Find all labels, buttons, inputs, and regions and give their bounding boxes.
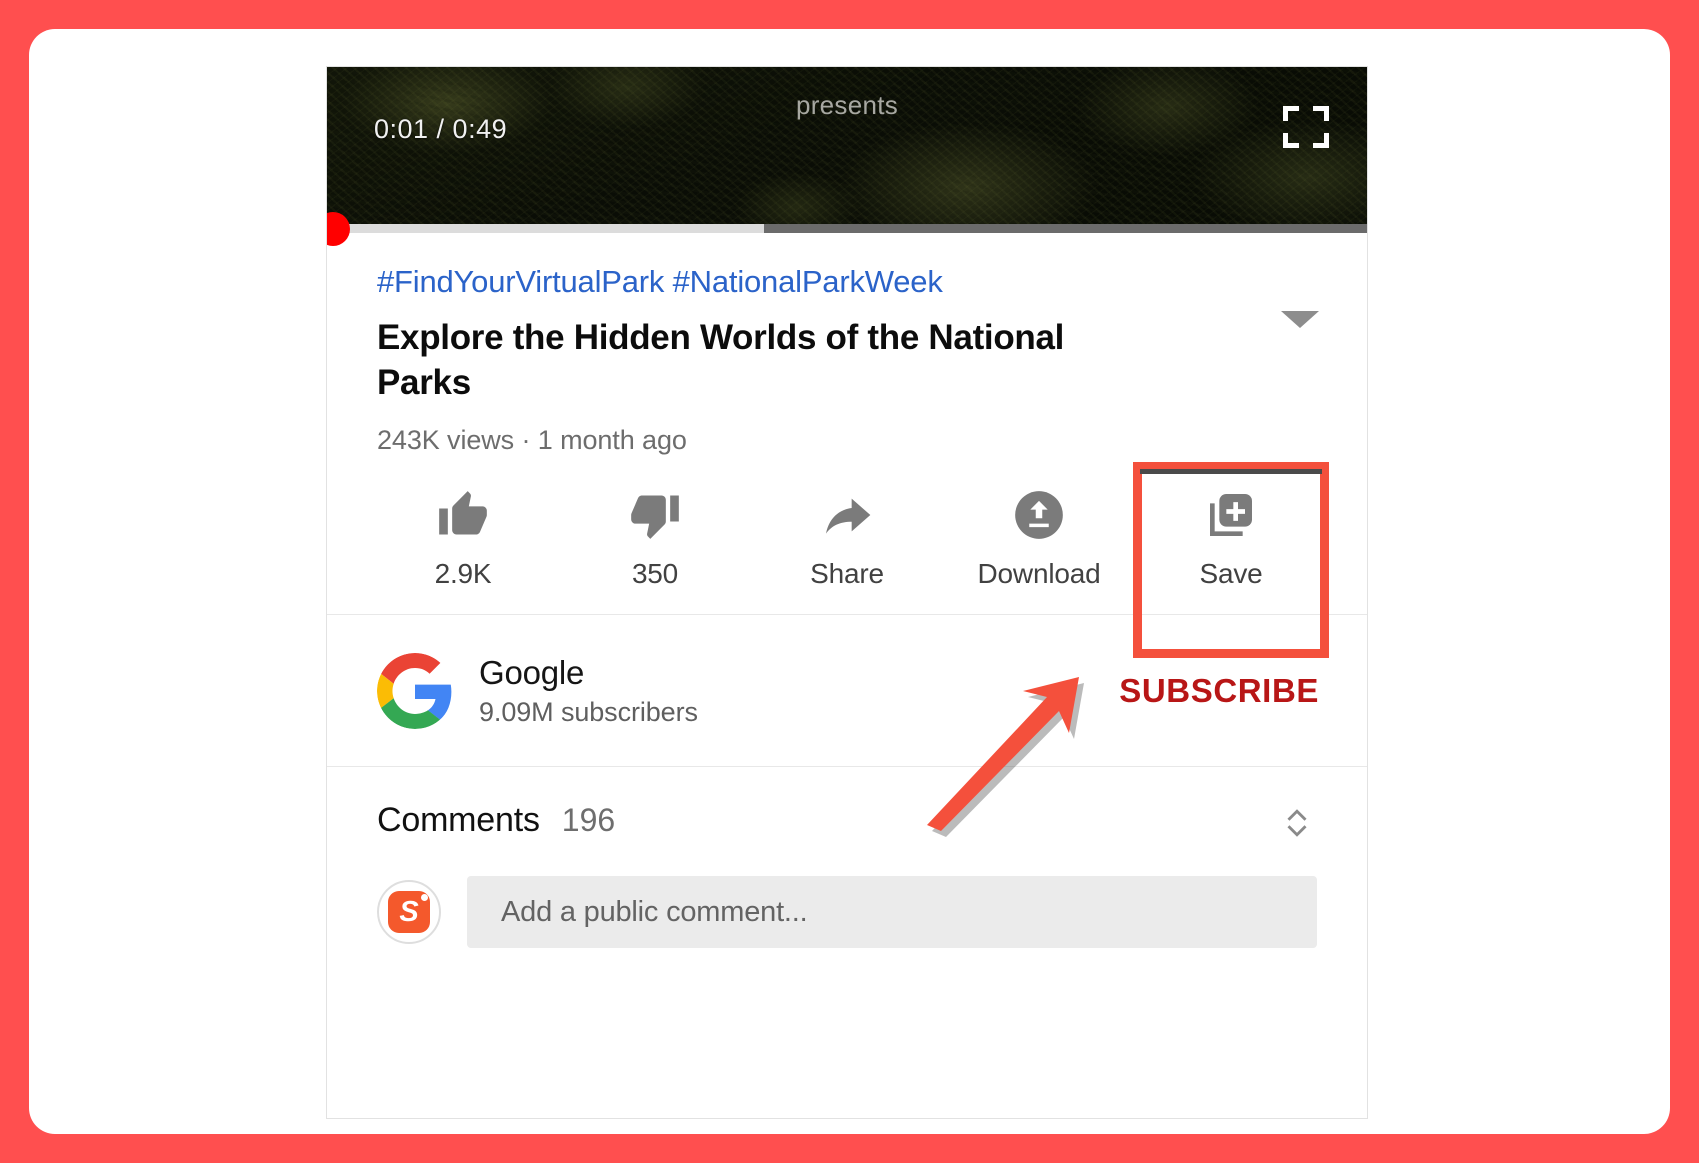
video-stats: 243K views · 1 month ago [377, 425, 687, 456]
video-metadata: #FindYourVirtualPark #NationalParkWeek E… [327, 233, 1367, 456]
download-icon [943, 484, 1135, 546]
share-arrow-icon [751, 484, 943, 546]
channel-name: Google [479, 653, 585, 691]
chevron-down-icon[interactable] [1281, 311, 1319, 328]
youtube-mobile-card: presents 0:01 / 0:49 #FindYourVirtualPar… [326, 66, 1368, 1119]
download-label: Download [977, 558, 1101, 590]
fullscreen-corner-br [1313, 133, 1329, 148]
playback-time: 0:01 / 0:49 [374, 114, 508, 144]
video-progress-bar[interactable] [327, 211, 1367, 246]
annotation-frame: presents 0:01 / 0:49 #FindYourVirtualPar… [0, 0, 1699, 1163]
fullscreen-corner-bl [1283, 133, 1299, 148]
comments-header[interactable]: Comments 196 [377, 801, 1317, 840]
comments-count: 196 [561, 802, 616, 839]
like-count: 2.9K [434, 558, 492, 590]
fullscreen-corner-tr [1313, 106, 1329, 121]
save-playlist-icon [1135, 484, 1327, 546]
thumbs-down-icon [559, 484, 751, 546]
share-button[interactable]: Share [751, 484, 943, 590]
screenshot-canvas: presents 0:01 / 0:49 #FindYourVirtualPar… [29, 29, 1670, 1134]
save-button[interactable]: Save [1133, 462, 1329, 659]
expand-collapse-icon[interactable] [1275, 797, 1319, 849]
channel-subscriber-count: 9.09M subscribers [479, 696, 698, 727]
google-g-logo[interactable] [377, 652, 453, 729]
comments-title: Comments [377, 801, 540, 840]
channel-info: Google 9.09M subscribers [479, 654, 698, 728]
save-label: Save [1199, 558, 1263, 590]
progress-buffered [327, 224, 764, 233]
share-label: Share [810, 558, 884, 590]
channel-row[interactable]: Google 9.09M subscribers SUBSCRIBE [327, 615, 1367, 768]
video-player[interactable]: presents 0:01 / 0:49 [327, 67, 1367, 224]
comment-compose-row[interactable]: S Add a public comment... [377, 876, 1317, 949]
comments-section: Comments 196 S Add a public comment... [327, 767, 1367, 949]
fullscreen-corner-tl [1283, 106, 1299, 121]
thumbs-up-icon [367, 484, 559, 546]
fullscreen-icon[interactable] [1283, 106, 1329, 148]
video-hashtags[interactable]: #FindYourVirtualPark #NationalParkWeek [377, 263, 1317, 302]
video-title: Explore the Hidden Worlds of the Nationa… [377, 317, 1065, 402]
like-button[interactable]: 2.9K [367, 484, 559, 590]
subscribe-button[interactable]: SUBSCRIBE [1119, 672, 1319, 710]
dislike-button[interactable]: 350 [559, 484, 751, 590]
avatar[interactable]: S [377, 880, 441, 945]
dislike-count: 350 [631, 558, 679, 590]
comment-input[interactable]: Add a public comment... [467, 876, 1317, 949]
download-button[interactable]: Download [943, 484, 1135, 590]
video-action-row: 2.9K 350 Share Download Save [327, 456, 1367, 659]
